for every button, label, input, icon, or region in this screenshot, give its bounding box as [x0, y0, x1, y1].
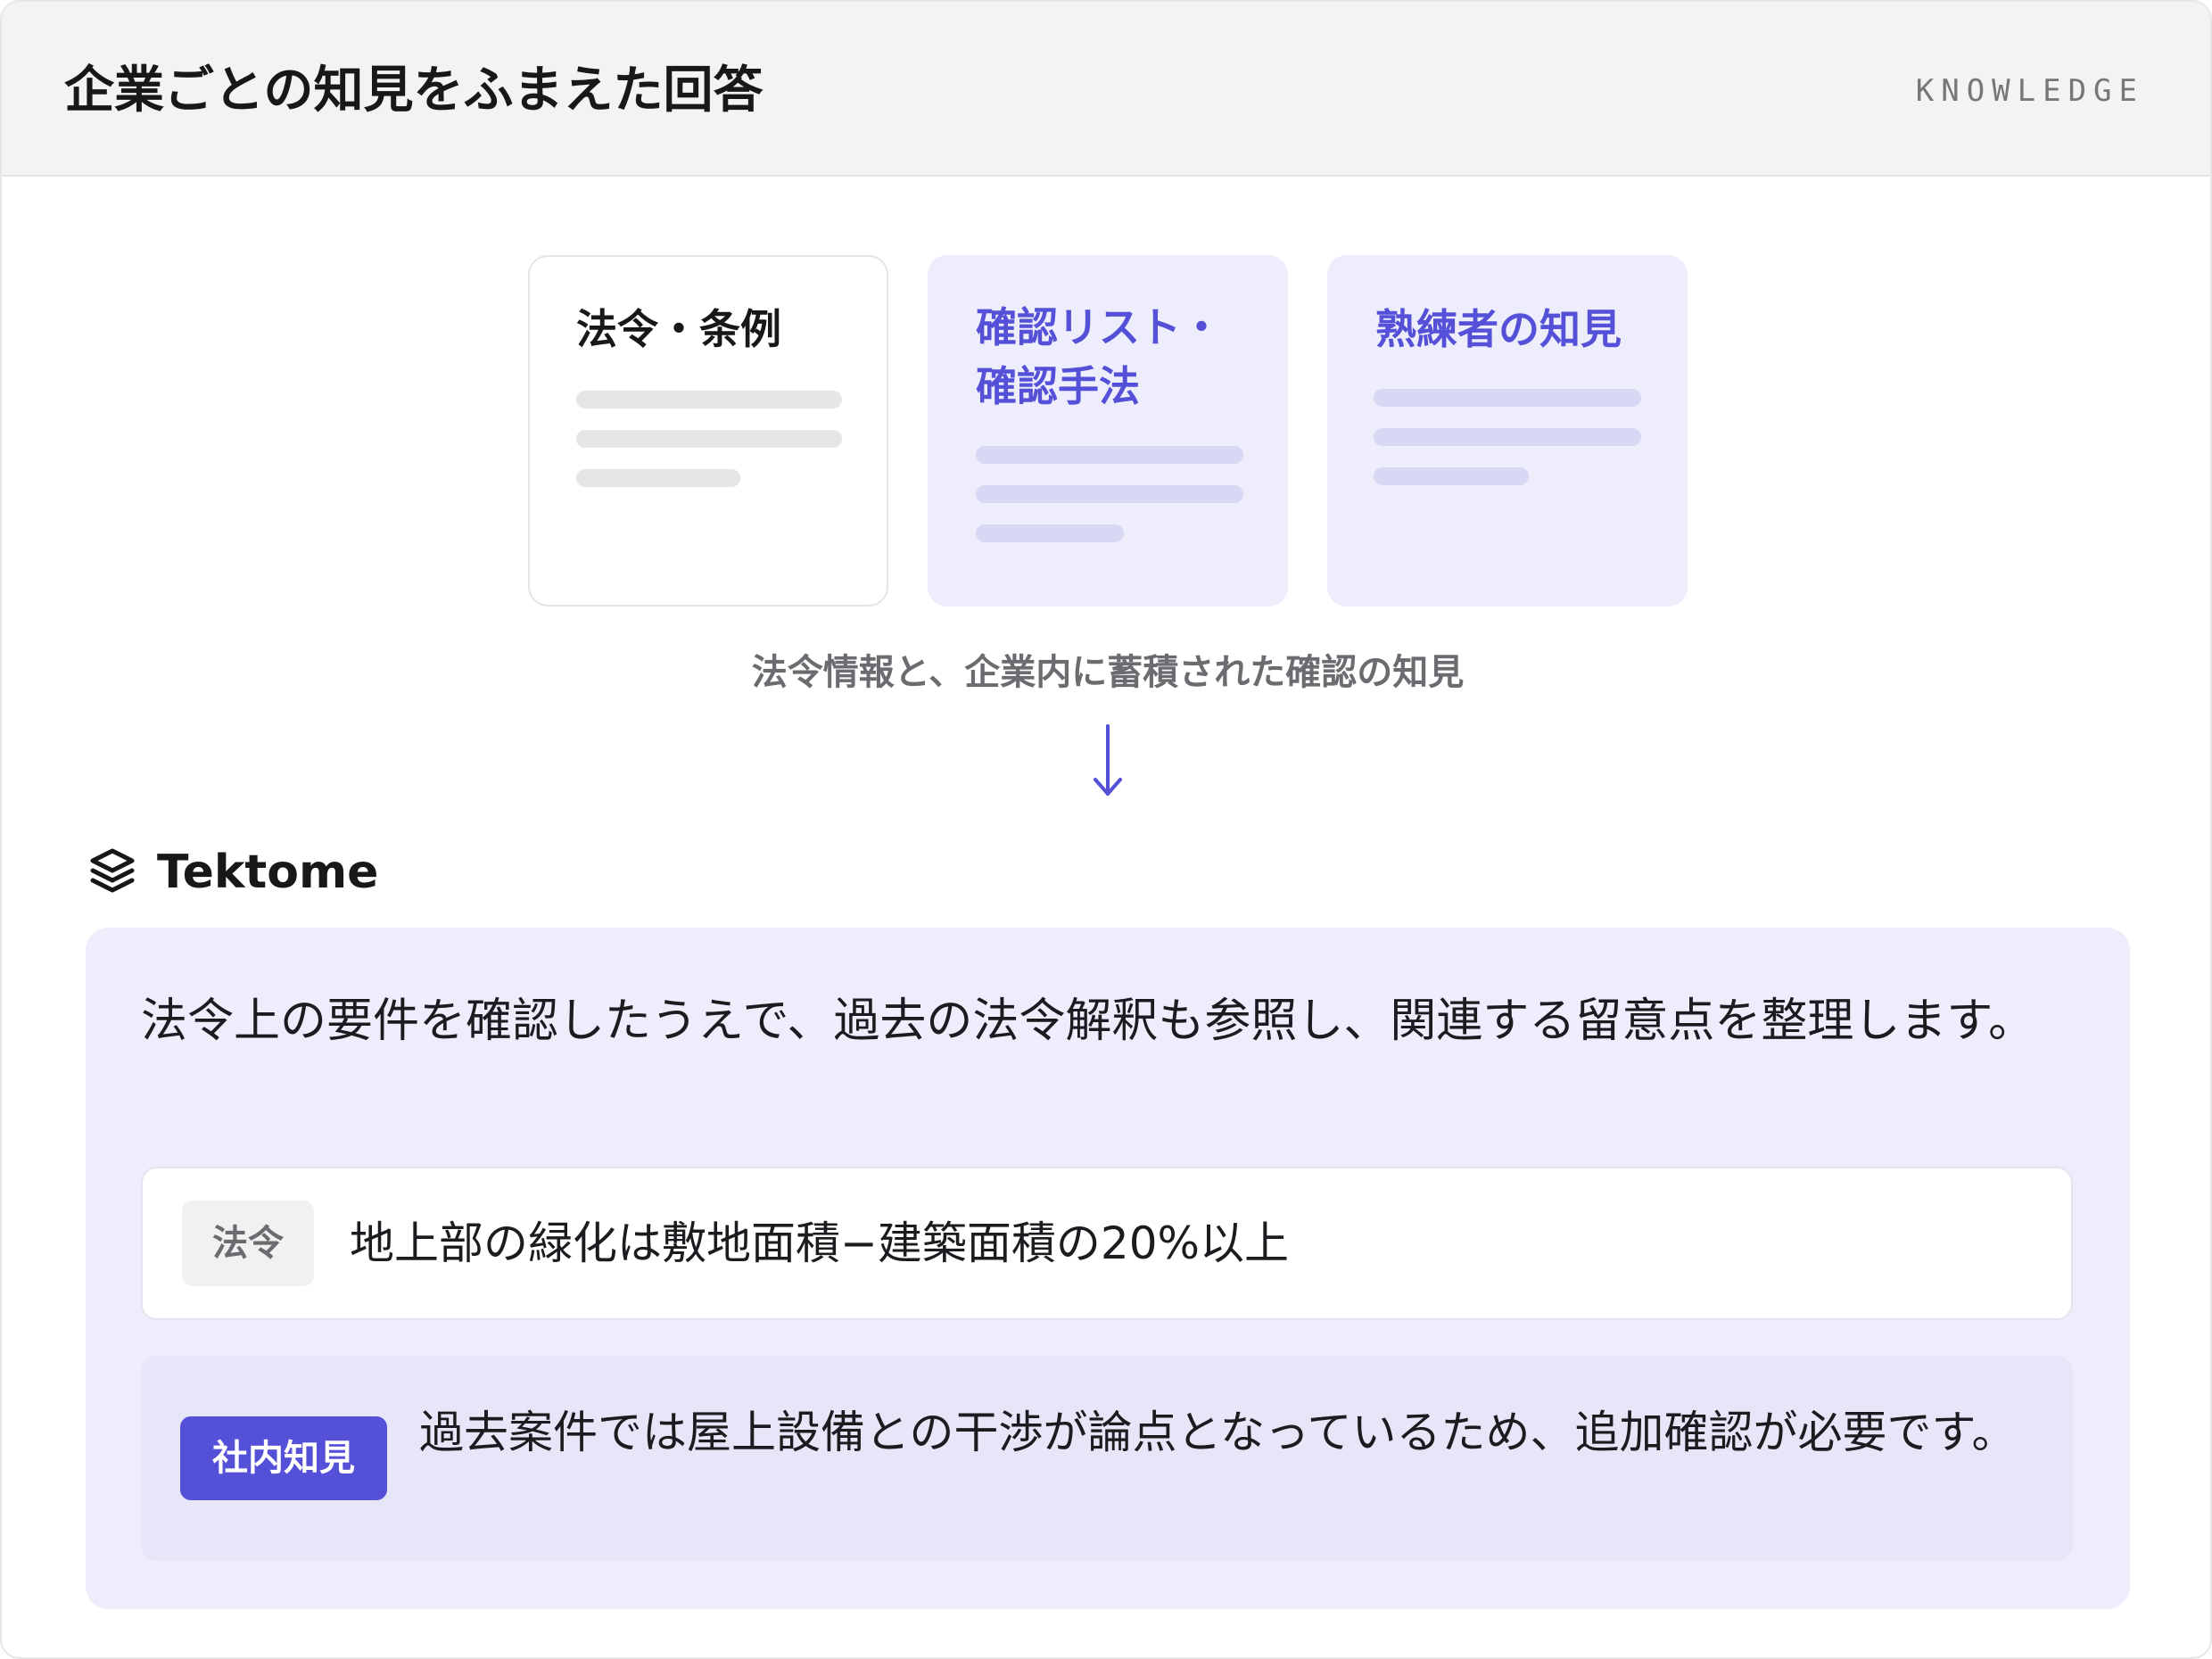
- card-title-line: 確認手法: [976, 362, 1140, 410]
- placeholder-line: [1374, 467, 1529, 485]
- stacked-layers-icon: [90, 848, 135, 893]
- legal-badge: 法令: [182, 1201, 314, 1286]
- source-card-expert: 熟練者の知見: [1327, 255, 1688, 607]
- placeholder-line: [1374, 428, 1641, 446]
- answer-item-text: 地上部の緑化は敷地面積−建築面積の20%以上: [350, 1217, 1290, 1269]
- card-title: 熟練者の知見: [1375, 305, 1622, 353]
- answer-summary: 法令上の要件を確認したうえで、過去の法令解釈も参照し、関連する留意点を整理します…: [141, 995, 2035, 1048]
- brand-name: Tektome: [157, 846, 379, 899]
- answer-item-internal: 社内知見 過去案件では屋上設備との干渉が論点となっているため、追加確認が必要です…: [141, 1356, 2073, 1561]
- page-title: 企業ごとの知見をふまえた回答: [64, 62, 763, 120]
- placeholder-line: [976, 524, 1124, 542]
- placeholder-line: [576, 469, 740, 487]
- source-card-checklist: 確認リスト・ 確認手法: [928, 255, 1288, 607]
- answer-item-legal: 法令 地上部の緑化は敷地面積−建築面積の20%以上: [141, 1167, 2073, 1320]
- placeholder-line: [1374, 389, 1641, 407]
- placeholder-line: [576, 391, 842, 409]
- down-arrow-icon: [1094, 724, 1122, 796]
- placeholder-line: [576, 430, 842, 448]
- knowledge-frame: 企業ごとの知見をふまえた回答 KNOWLEDGE 法令・条例 確認リスト・ 確認…: [0, 0, 2212, 1659]
- section-tag: KNOWLEDGE: [1915, 73, 2144, 109]
- answer-panel: 法令上の要件を確認したうえで、過去の法令解釈も参照し、関連する留意点を整理します…: [86, 928, 2130, 1609]
- placeholder-line: [976, 446, 1243, 464]
- answer-item-text: 過去案件では屋上設備との干渉が論点となっているため、追加確認が必要です。: [419, 1407, 2017, 1458]
- internal-knowledge-badge: 社内知見: [180, 1416, 387, 1500]
- header: 企業ごとの知見をふまえた回答 KNOWLEDGE: [2, 2, 2210, 177]
- card-title-line: 確認リスト・: [976, 303, 1222, 351]
- placeholder-line: [976, 485, 1243, 503]
- source-card-laws: 法令・条例: [528, 255, 888, 607]
- sources-caption: 法令情報と、企業内に蓄積された確認の知見: [751, 652, 1465, 693]
- card-title: 確認リスト・ 確認手法: [976, 298, 1222, 416]
- card-title: 法令・条例: [576, 305, 781, 353]
